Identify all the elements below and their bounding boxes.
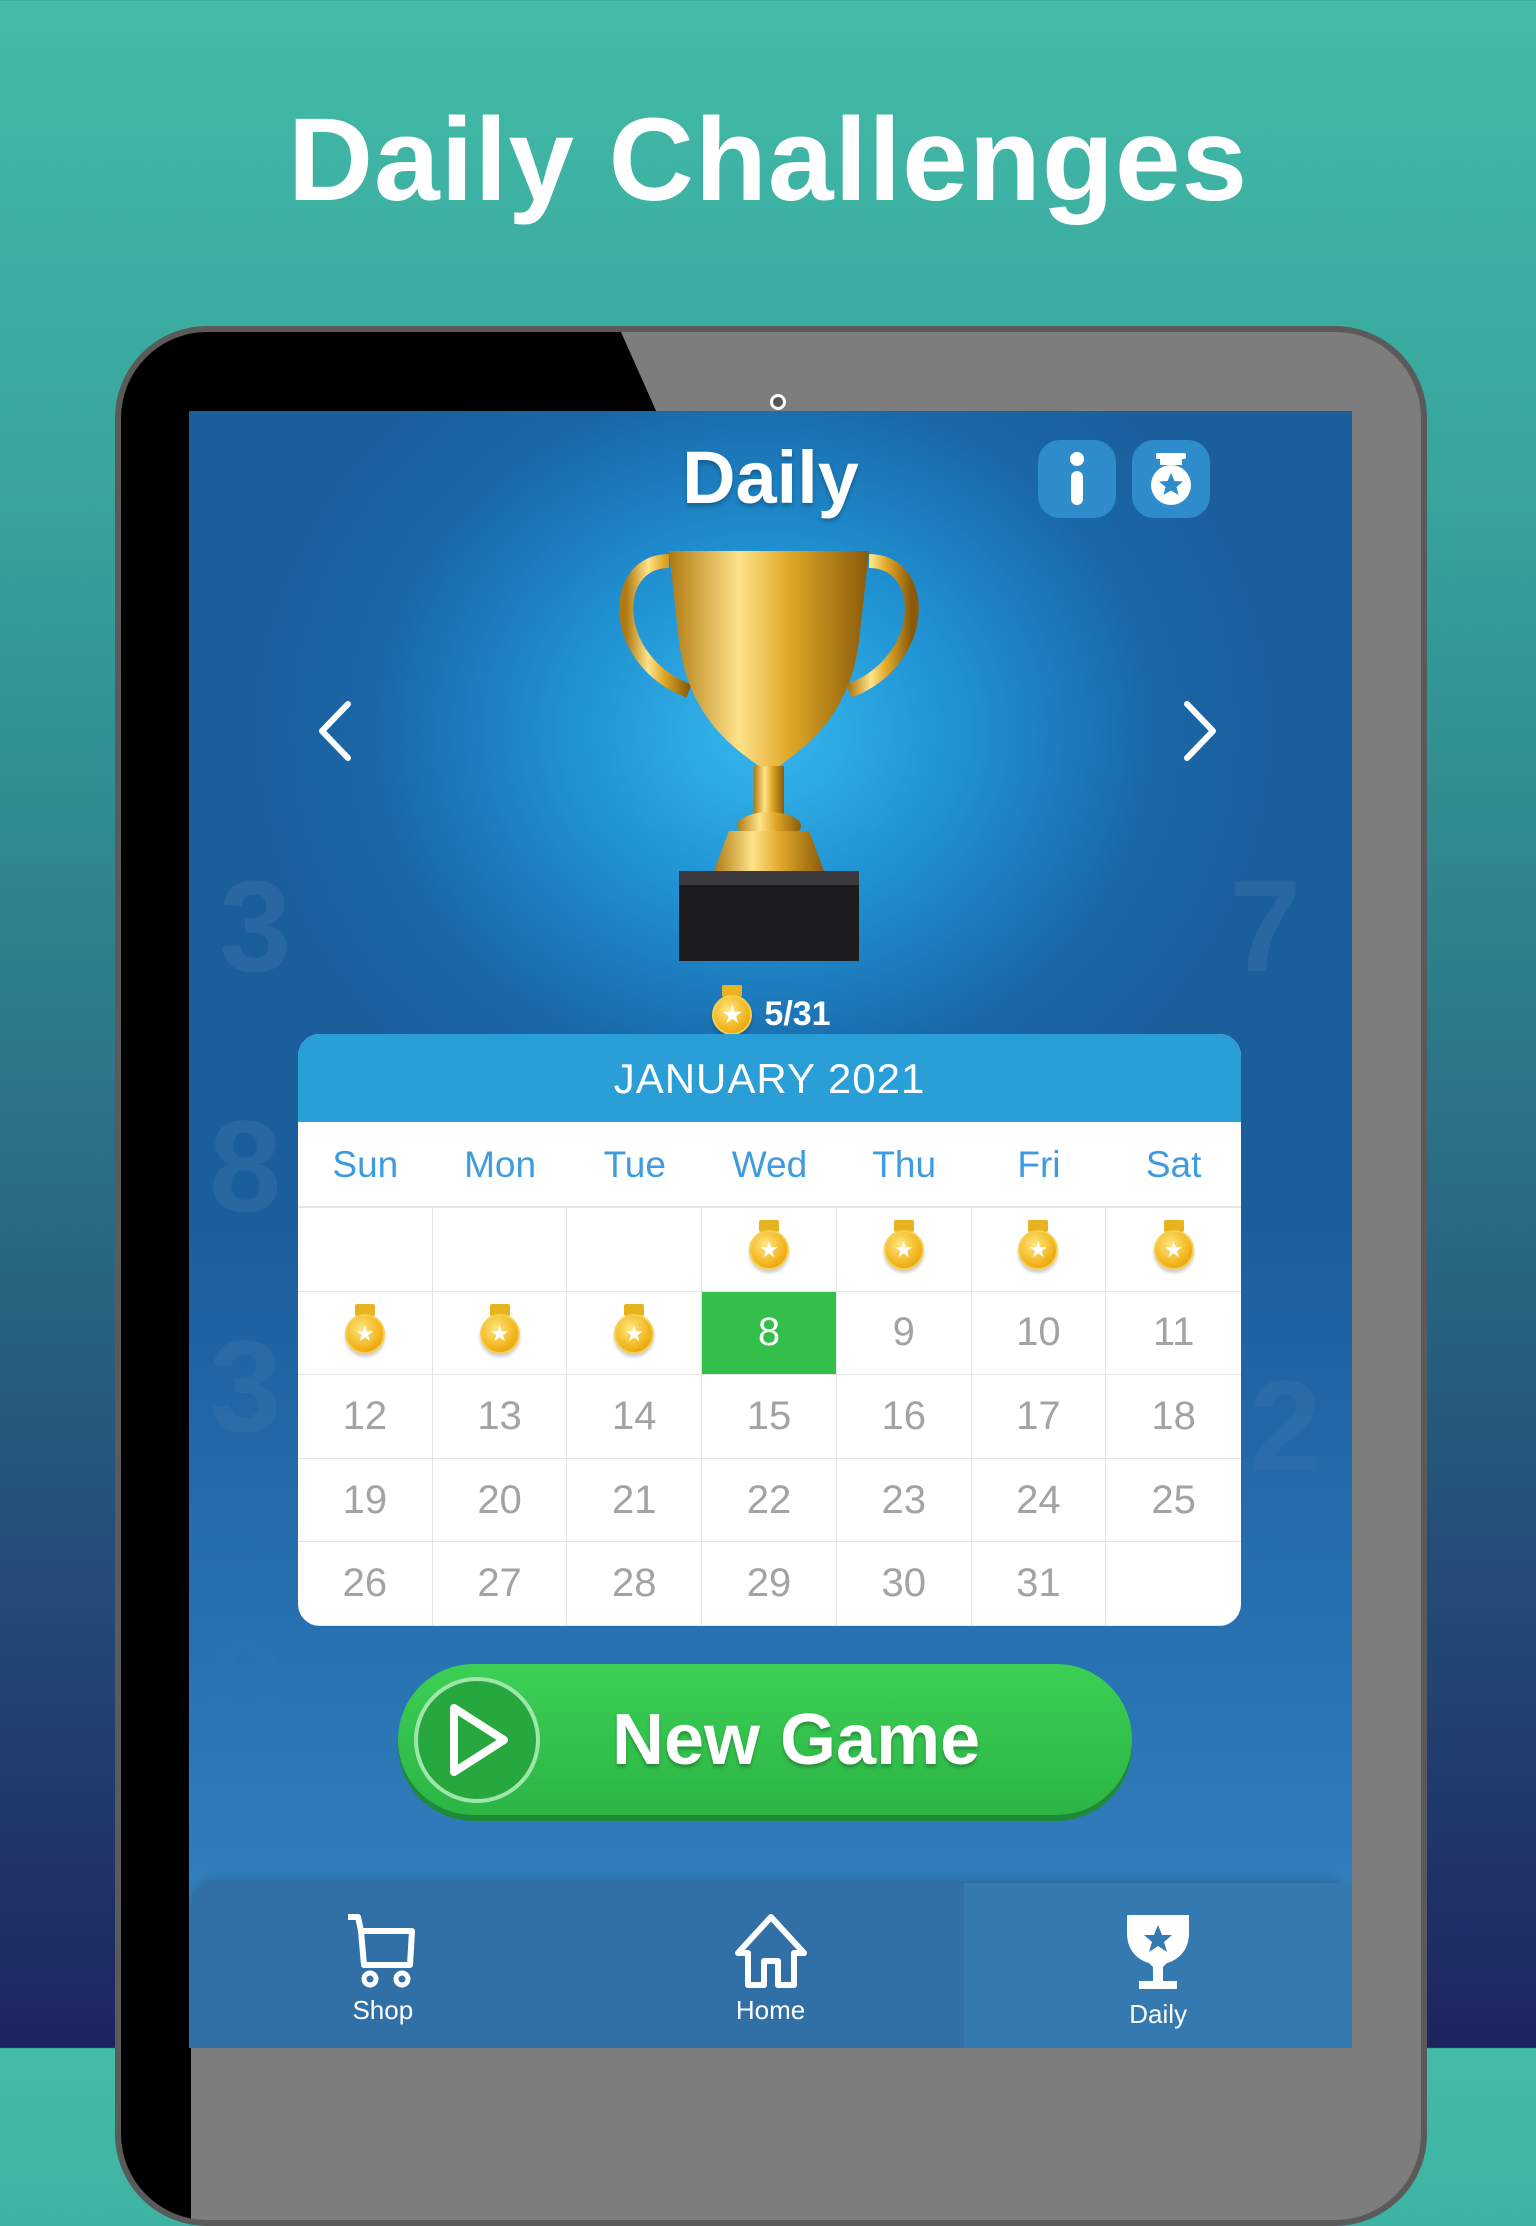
calendar-day[interactable]: 25: [1106, 1459, 1241, 1543]
home-icon: [734, 1914, 807, 1988]
calendar-day[interactable]: ★: [1106, 1208, 1241, 1292]
weekday-label: Sun: [332, 1144, 399, 1185]
calendar-day[interactable]: 10: [971, 1291, 1107, 1376]
calendar-day[interactable]: 29: [702, 1542, 837, 1626]
medal-icon: ★: [1016, 1220, 1060, 1278]
chevron-left-icon: [319, 701, 351, 761]
info-icon: [1070, 452, 1084, 505]
trophy-illustration: [619, 551, 919, 961]
medal-jar-icon: [1151, 453, 1191, 505]
calendar-day[interactable]: 22: [702, 1458, 837, 1543]
calendar: JANUARY 2021 Sun Mon Tue Wed Thu Fri Sat…: [298, 1034, 1241, 1626]
calendar-day[interactable]: ★: [702, 1208, 837, 1292]
calendar-day: [298, 1208, 433, 1292]
app-screen: 3 8 3 8 7 2 Daily ★ 5/31 JANUARY 2021 Su…: [189, 411, 1352, 2048]
progress-label: 5/31: [764, 994, 831, 1033]
calendar-day[interactable]: 13: [432, 1375, 568, 1459]
bottom-nav: Shop Home Daily: [189, 1883, 1352, 2048]
calendar-day: [567, 1208, 703, 1292]
calendar-day[interactable]: 9: [836, 1291, 972, 1376]
weekday-label: Fri: [1017, 1144, 1061, 1185]
medal-icon: ★: [882, 1220, 926, 1278]
calendar-day[interactable]: ★: [567, 1291, 703, 1376]
medal-icon: ★: [478, 1303, 522, 1362]
calendar-day[interactable]: 15: [702, 1375, 837, 1459]
calendar-day[interactable]: 16: [836, 1375, 972, 1459]
nav-label: Home: [735, 1995, 806, 2025]
calendar-day-today[interactable]: 8: [702, 1291, 837, 1376]
nav-label: Daily: [1129, 1999, 1188, 2029]
calendar-grid: ★ ★ ★ ★ ★ ★ ★ 8 9 10 11 12 13 14 15 16 17 18 19 20 21 22 23 24 2…: [298, 1208, 1241, 1626]
calendar-day[interactable]: 21: [567, 1458, 703, 1543]
next-month-button[interactable]: [1171, 691, 1231, 771]
chevron-right-icon: [1184, 701, 1216, 761]
new-game-button[interactable]: New Game: [398, 1664, 1132, 1815]
calendar-day[interactable]: 31: [971, 1542, 1107, 1626]
calendar-day[interactable]: 23: [836, 1458, 972, 1543]
calendar-day[interactable]: 18: [1106, 1375, 1241, 1459]
info-button[interactable]: [1038, 440, 1116, 518]
trophy-icon: [1127, 1915, 1190, 1989]
new-game-label: New Game: [612, 1699, 981, 1780]
medal-icon: ★: [343, 1303, 387, 1362]
calendar-day[interactable]: 12: [298, 1375, 433, 1459]
calendar-day[interactable]: ★: [836, 1208, 972, 1292]
calendar-day[interactable]: 17: [971, 1375, 1107, 1459]
calendar-day[interactable]: 20: [432, 1458, 568, 1543]
nav-item-shop[interactable]: Shop: [189, 1883, 577, 2048]
medal-icon: ★: [747, 1220, 791, 1278]
weekday-label: Tue: [603, 1144, 666, 1185]
calendar-day: [1106, 1542, 1241, 1626]
calendar-day[interactable]: 27: [432, 1542, 568, 1626]
weekday-label: Sat: [1145, 1144, 1202, 1185]
calendar-day: [432, 1208, 568, 1292]
calendar-day[interactable]: 24: [971, 1458, 1107, 1543]
calendar-day[interactable]: 26: [298, 1542, 433, 1626]
calendar-day[interactable]: 19: [298, 1458, 433, 1543]
camera-dot: [770, 394, 786, 410]
prev-month-button[interactable]: [304, 691, 364, 771]
nav-label: Shop: [352, 1995, 414, 2025]
weekday-label: Wed: [731, 1144, 808, 1185]
calendar-day[interactable]: ★: [432, 1291, 568, 1376]
cart-icon: [347, 1914, 415, 1988]
weekday-label: Mon: [464, 1144, 537, 1185]
calendar-day[interactable]: ★: [298, 1291, 433, 1376]
calendar-month-label: JANUARY 2021: [298, 1034, 1241, 1122]
calendar-day[interactable]: 28: [567, 1542, 703, 1626]
promo-title: Daily Challenges: [287, 94, 1249, 226]
weekday-label: Thu: [872, 1144, 937, 1185]
medal-icon: ★: [612, 1303, 656, 1362]
calendar-day[interactable]: 30: [836, 1542, 972, 1626]
play-icon: [414, 1676, 540, 1803]
calendar-day[interactable]: 11: [1106, 1292, 1241, 1376]
weekday-header: Sun Mon Tue Wed Thu Fri Sat: [298, 1122, 1241, 1208]
calendar-day[interactable]: ★: [971, 1208, 1107, 1292]
medal-icon: ★: [1152, 1220, 1196, 1278]
medal-jar-button[interactable]: [1132, 440, 1210, 518]
nav-item-daily[interactable]: Daily: [964, 1883, 1352, 2048]
calendar-day[interactable]: 14: [567, 1375, 703, 1459]
nav-item-home[interactable]: Home: [577, 1883, 965, 2048]
